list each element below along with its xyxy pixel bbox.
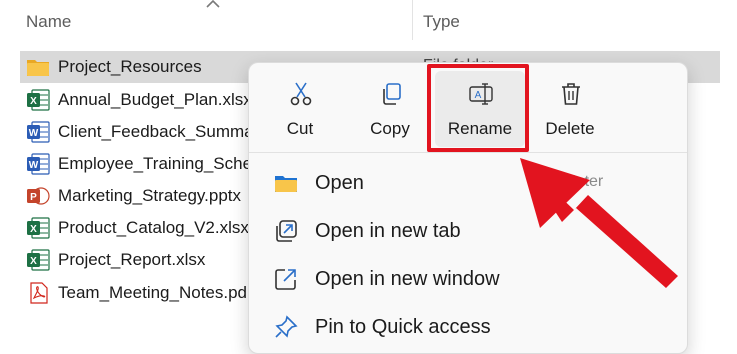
file-name: Marketing_Strategy.pptx	[58, 186, 241, 205]
new-window-icon	[275, 269, 296, 290]
delete-label: Delete	[545, 119, 595, 138]
svg-text:W: W	[29, 160, 39, 171]
open-new-tab-label: Open in new tab	[315, 220, 461, 242]
open-new-window-label: Open in new window	[315, 268, 500, 290]
copy-button[interactable]: Copy	[345, 71, 435, 147]
folder-icon	[27, 60, 49, 76]
open-label: Open	[315, 172, 364, 194]
column-divider[interactable]	[412, 0, 413, 40]
file-name: Product_Catalog_V2.xlsx	[58, 218, 249, 237]
svg-text:P: P	[30, 192, 37, 203]
svg-text:X: X	[30, 96, 37, 107]
word-file-icon: W	[27, 153, 50, 175]
folder-open-icon	[275, 176, 297, 192]
cut-button[interactable]: Cut	[255, 71, 345, 147]
annotation-arrow	[520, 158, 678, 288]
trash-icon	[562, 83, 580, 105]
file-name: Client_Feedback_Summa	[58, 122, 254, 141]
cut-label: Cut	[286, 119, 314, 138]
menu-item-pin-quick-access[interactable]: Pin to Quick access	[249, 305, 687, 349]
name-column-header[interactable]: Name	[26, 12, 71, 32]
scissors-icon	[290, 82, 312, 106]
pin-icon	[275, 315, 298, 338]
file-name: Employee_Training_Sche	[58, 154, 253, 173]
excel-file-icon: X	[27, 217, 50, 239]
excel-file-icon: X	[27, 89, 50, 111]
file-name: Team_Meeting_Notes.pd	[58, 283, 248, 302]
svg-text:W: W	[29, 128, 39, 139]
pdf-file-icon	[30, 282, 48, 304]
sort-ascending-icon[interactable]	[204, 0, 222, 10]
svg-text:X: X	[30, 256, 37, 267]
delete-button[interactable]: Delete	[525, 71, 615, 147]
excel-file-icon: X	[27, 249, 50, 271]
type-column-header[interactable]: Type	[423, 12, 460, 32]
svg-text:X: X	[30, 224, 37, 235]
file-name: Project_Resources	[58, 57, 202, 76]
new-tab-icon	[276, 220, 297, 242]
pin-quick-access-label: Pin to Quick access	[315, 316, 491, 338]
word-file-icon: W	[27, 121, 50, 143]
file-name: Annual_Budget_Plan.xlsx	[58, 90, 252, 109]
powerpoint-file-icon: P	[27, 187, 50, 205]
highlight-box	[427, 64, 529, 152]
column-header: Name Type	[0, 0, 737, 42]
file-name: Project_Report.xlsx	[58, 250, 206, 269]
copy-label: Copy	[370, 119, 410, 138]
copy-icon	[383, 83, 401, 105]
